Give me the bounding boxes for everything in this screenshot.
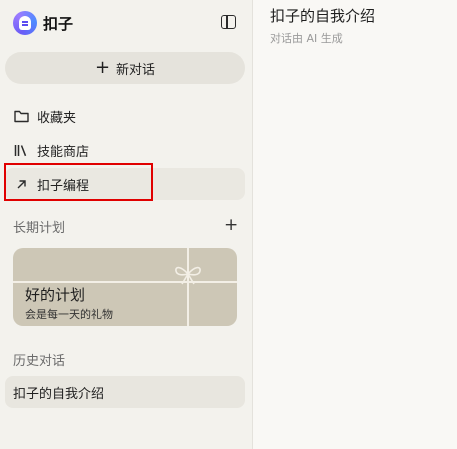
add-plan-icon[interactable]: + [224, 217, 238, 234]
new-chat-label: 新对话 [116, 62, 156, 78]
nav-item-coze-coding[interactable]: 扣子编程 [5, 168, 245, 200]
external-arrow-icon [13, 176, 29, 192]
new-chat-button[interactable]: + 新对话 [5, 52, 245, 84]
gift-bow-icon [175, 266, 201, 285]
coze-logo-icon [13, 11, 37, 35]
history-item-label: 扣子的自我介绍 [13, 386, 105, 402]
conversation-title: 扣子的自我介绍 [270, 7, 376, 25]
sidebar: 扣子 + 新对话 收藏夹 技能商店 扣子编程 长期计划 + 好的计划 会是每一天… [0, 0, 253, 449]
sidebar-toggle-icon[interactable] [221, 15, 236, 29]
brand[interactable]: 扣子 [13, 11, 73, 35]
plan-card-title: 好的计划 [25, 286, 86, 304]
nav-label-skill-store: 技能商店 [37, 144, 90, 160]
folder-icon [13, 108, 29, 124]
history-header: 历史对话 [13, 354, 66, 369]
plan-card-subtitle: 会是每一天的礼物 [25, 308, 113, 321]
plan-card[interactable]: 好的计划 会是每一天的礼物 [13, 248, 237, 326]
nav-item-favorites[interactable]: 收藏夹 [5, 100, 245, 132]
library-icon [13, 142, 29, 158]
nav-label-favorites: 收藏夹 [37, 110, 77, 126]
nav-item-skill-store[interactable]: 技能商店 [5, 134, 245, 166]
plans-header: 长期计划 [13, 221, 66, 236]
brand-name: 扣子 [43, 14, 74, 33]
history-item[interactable]: 扣子的自我介绍 [5, 376, 245, 408]
nav-label-coze-coding: 扣子编程 [37, 178, 90, 194]
ribbon-vertical [187, 248, 189, 326]
plus-icon: + [94, 57, 111, 78]
conversation-subtitle: 对话由 AI 生成 [270, 32, 343, 45]
